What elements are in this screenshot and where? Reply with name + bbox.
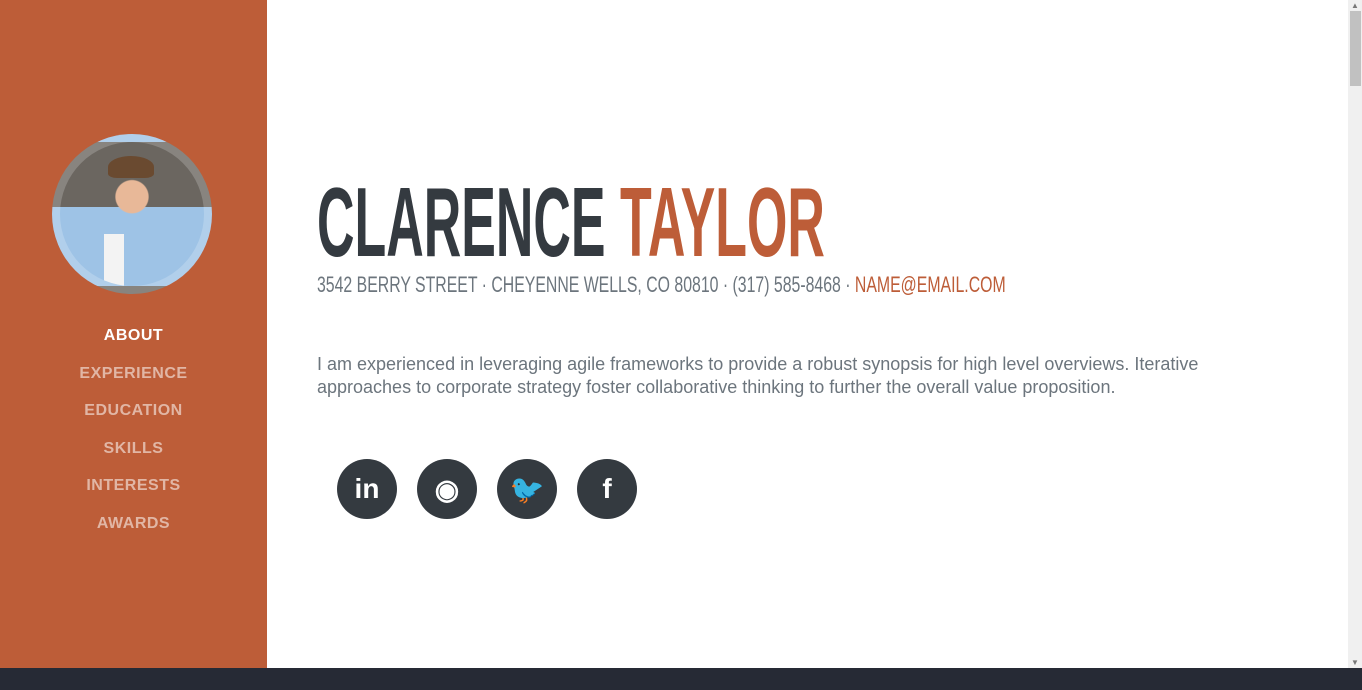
nav-awards[interactable]: AWARDS xyxy=(0,514,267,552)
footer-bar xyxy=(0,668,1362,690)
scrollbar-thumb[interactable] xyxy=(1350,11,1361,86)
nav-experience[interactable]: EXPERIENCE xyxy=(0,364,267,402)
social-icons: in ◉ 🐦 f xyxy=(337,459,637,519)
linkedin-icon[interactable]: in xyxy=(337,459,397,519)
bio-text: I am experienced in leveraging agile fra… xyxy=(317,354,1199,397)
github-icon[interactable]: ◉ xyxy=(417,459,477,519)
last-name: TAYLOR xyxy=(620,167,825,277)
nav-interests[interactable]: INTERESTS xyxy=(0,476,267,514)
scroll-up-icon[interactable]: ▲ xyxy=(1351,1,1359,10)
email-link[interactable]: NAME@EMAIL.COM xyxy=(855,272,1006,297)
nav-about[interactable]: ABOUT xyxy=(0,326,267,364)
scroll-down-icon[interactable]: ▼ xyxy=(1351,658,1359,667)
facebook-icon[interactable]: f xyxy=(577,459,637,519)
sidebar-nav: ABOUT EXPERIENCE EDUCATION SKILLS INTERE… xyxy=(0,326,267,552)
page-title: CLARENCE TAYLOR xyxy=(317,172,825,272)
nav-skills[interactable]: SKILLS xyxy=(0,439,267,477)
scrollbar[interactable]: ▲ ▼ xyxy=(1348,0,1362,668)
contact-info: 3542 BERRY STREET · CHEYENNE WELLS, CO 8… xyxy=(317,272,1006,298)
sidebar: ABOUT EXPERIENCE EDUCATION SKILLS INTERE… xyxy=(0,0,267,668)
nav-education[interactable]: EDUCATION xyxy=(0,401,267,439)
twitter-icon[interactable]: 🐦 xyxy=(497,459,557,519)
profile-avatar xyxy=(52,134,212,294)
address-text: 3542 BERRY STREET · CHEYENNE WELLS, CO 8… xyxy=(317,272,855,297)
first-name: CLARENCE xyxy=(317,167,606,277)
